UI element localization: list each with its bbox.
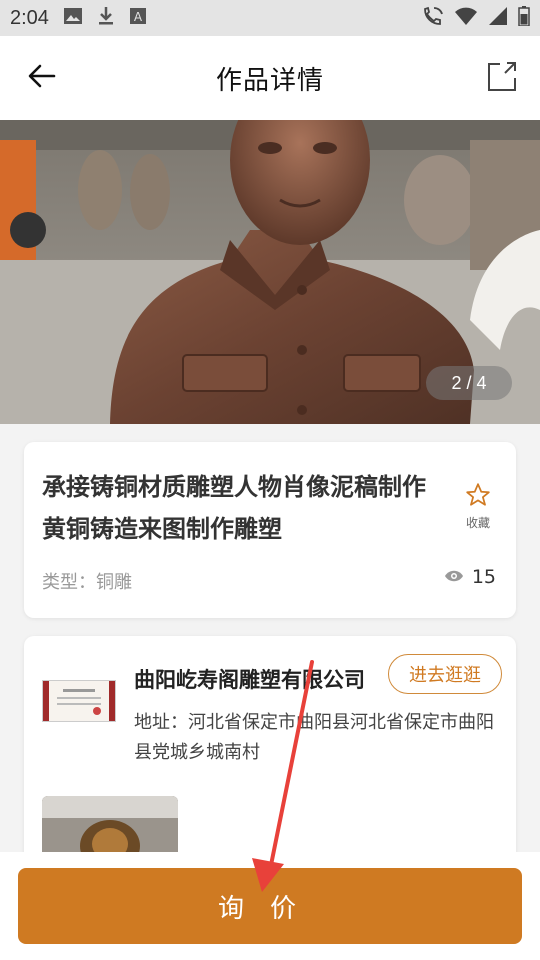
eye-icon xyxy=(444,566,464,588)
svg-text:A: A xyxy=(134,10,143,24)
arrow-left-icon xyxy=(28,64,56,92)
company-card: 曲阳屹寿阁雕塑有限公司 进去逛逛 地址：河北省保定市曲阳县河北省保定市曲阳县党城… xyxy=(24,636,516,876)
favorite-label: 收藏 xyxy=(465,516,490,530)
view-count: 15 xyxy=(444,566,496,588)
gallery-page-indicator: 2 / 4 xyxy=(426,366,512,400)
share-icon xyxy=(486,60,518,96)
bottom-action-bar: 询价 xyxy=(0,852,540,960)
image-icon xyxy=(63,7,83,30)
status-bar: 2:04 A xyxy=(0,0,540,36)
company-address: 地址：河北省保定市曲阳县河北省保定市曲阳县党城乡城南村 xyxy=(134,712,494,763)
product-image-carousel[interactable]: 2 / 4 xyxy=(0,120,540,424)
battery-icon xyxy=(518,5,530,31)
visit-store-button[interactable]: 进去逛逛 xyxy=(388,654,502,694)
signal-icon xyxy=(488,6,508,31)
a-box-icon: A xyxy=(129,7,147,30)
product-type: 类型：铜雕 xyxy=(42,572,132,593)
page-title: 作品详情 xyxy=(215,65,324,96)
phone-wifi-icon xyxy=(422,6,444,31)
download-icon xyxy=(97,6,115,31)
product-title: 承接铸铜材质雕塑人物肖像泥稿制作黄铜铸造来图制作雕塑 xyxy=(42,473,426,543)
company-name[interactable]: 曲阳屹寿阁雕塑有限公司 xyxy=(134,664,365,694)
status-time: 2:04 xyxy=(10,6,49,29)
view-count-value: 15 xyxy=(471,566,496,588)
inquire-price-button[interactable]: 询价 xyxy=(18,868,522,944)
company-certificate-image xyxy=(42,680,116,722)
favorite-button[interactable]: 收藏 xyxy=(458,482,498,531)
wifi-icon xyxy=(454,6,478,31)
share-button[interactable] xyxy=(482,58,522,98)
app-bar: 作品详情 xyxy=(0,36,540,120)
back-button[interactable] xyxy=(22,58,62,98)
product-info-card: 承接铸铜材质雕塑人物肖像泥稿制作黄铜铸造来图制作雕塑 收藏 类型：铜雕 15 xyxy=(24,442,516,618)
star-icon xyxy=(465,483,491,512)
